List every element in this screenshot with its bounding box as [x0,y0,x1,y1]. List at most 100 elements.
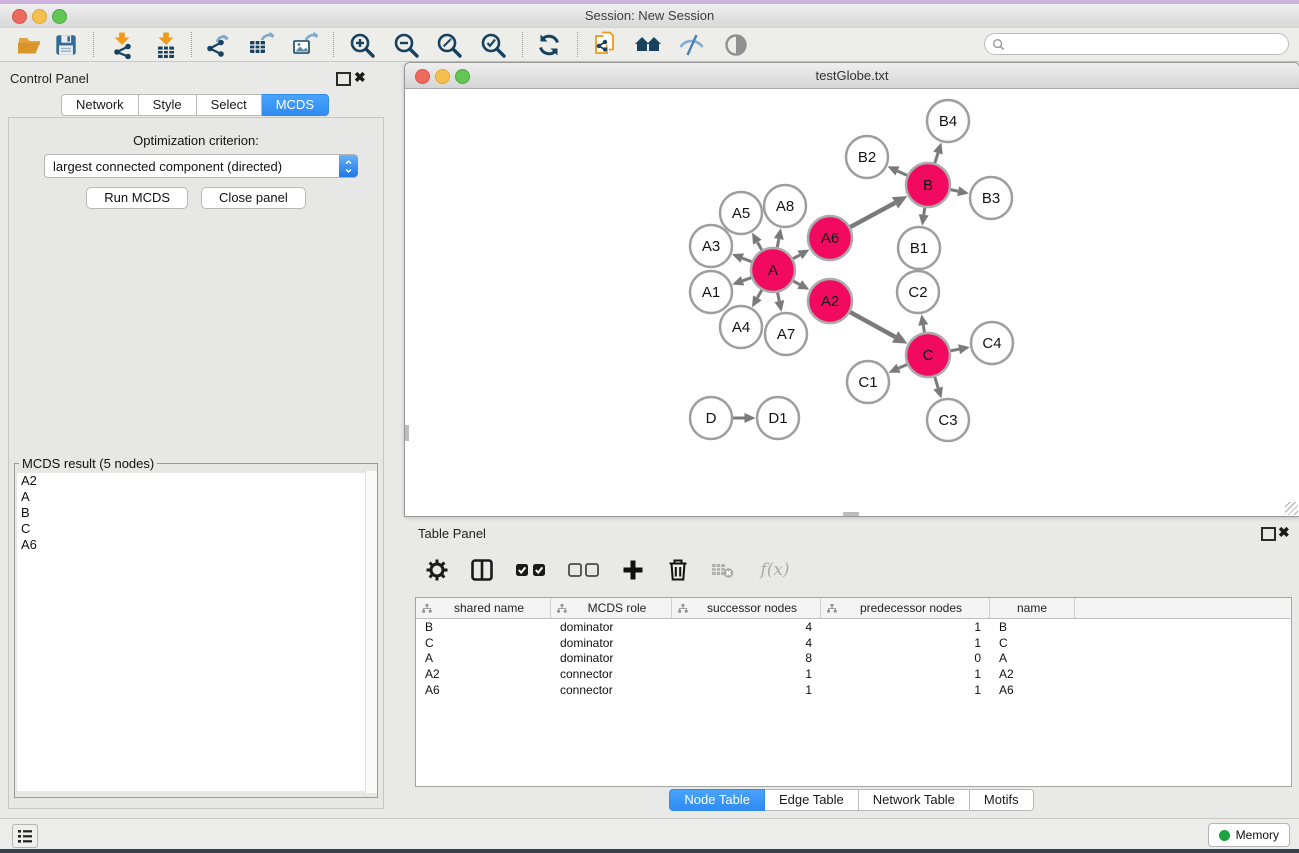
search-input[interactable] [1005,36,1288,52]
table-header-row: shared nameMCDS rolesuccessor nodesprede… [416,598,1291,619]
zoom-view-button[interactable] [455,69,470,84]
float-panel-icon[interactable] [336,72,351,86]
column-header-successor-nodes[interactable]: successor nodes [672,598,821,618]
zoom-fit-icon[interactable] [435,31,463,59]
close-panel-icon[interactable]: ✖ [354,71,366,83]
hide-visibility-icon[interactable] [677,31,705,59]
table-row[interactable]: A6connector11A6 [416,682,1291,698]
deselect-all-icon[interactable] [565,557,603,583]
zoom-window-button[interactable] [52,9,67,24]
graph-edge-B-B4[interactable] [935,153,938,163]
tab-edge-table[interactable]: Edge Table [765,789,859,811]
graph-edge-A-A8[interactable] [777,239,779,247]
minimize-view-button[interactable] [435,69,450,84]
graph-edge-C-C3[interactable] [935,377,938,388]
resize-grip[interactable] [1285,502,1298,515]
open-session-icon[interactable] [16,31,44,59]
graph-edge-A-A6[interactable] [793,255,800,259]
table-settings-icon[interactable] [422,557,452,583]
column-header-predecessor-nodes[interactable]: predecessor nodes [821,598,990,618]
mcds-result-item[interactable]: A2 [17,473,375,489]
tab-network-table[interactable]: Network Table [859,789,970,811]
graph-edge-A-A2[interactable] [793,281,799,285]
criterion-dropdown[interactable]: largest connected component (directed) [44,154,358,178]
network-canvas[interactable]: B4B2BB3B1A5A8A6A3AA1A4A7A2C2C4CC1C3DD1 [405,89,1299,516]
function-builder-icon[interactable]: f(x) [753,557,797,583]
tab-node-table[interactable]: Node Table [669,789,765,811]
add-column-icon[interactable] [618,557,648,583]
column-header-name[interactable]: name [990,598,1075,618]
column-header-MCDS-role[interactable]: MCDS role [551,598,672,618]
run-mcds-button[interactable]: Run MCDS [86,187,188,209]
export-network-icon[interactable] [204,31,232,59]
table-row[interactable]: Cdominator41C [416,635,1291,651]
graph-edge-A-A3[interactable] [742,258,751,262]
network-window-titlebar[interactable]: testGlobe.txt [405,63,1299,89]
tab-network[interactable]: Network [61,94,139,116]
close-view-button[interactable] [415,69,430,84]
tab-mcds[interactable]: MCDS [262,94,329,116]
mcds-result-item[interactable]: C [17,521,375,537]
delete-table-icon[interactable] [708,557,738,583]
close-table-panel-icon[interactable]: ✖ [1278,526,1290,538]
graph-node-label: A5 [732,205,750,222]
graph-edge-C-C4[interactable] [951,349,959,351]
zoom-in-icon[interactable] [348,31,376,59]
table-row[interactable]: Bdominator41B [416,619,1291,635]
tab-style[interactable]: Style [139,94,197,116]
graph-edge-B-B2[interactable] [897,171,907,175]
select-all-icon[interactable] [512,557,550,583]
save-session-icon[interactable] [52,31,80,59]
arrowhead-icon [918,314,928,326]
graph-edge-B-B1[interactable] [924,208,925,215]
search-field[interactable] [984,33,1289,55]
mcds-result-item[interactable]: A6 [17,537,375,553]
float-table-panel-icon[interactable] [1261,527,1276,541]
dropdown-stepper-icon [339,155,358,177]
export-table-icon[interactable] [247,31,275,59]
refresh-icon[interactable] [535,31,563,59]
table-row[interactable]: A2connector11A2 [416,666,1291,682]
horizontal-scroll-mark[interactable] [843,512,859,516]
memory-button[interactable]: Memory [1208,823,1290,847]
zoom-out-icon[interactable] [392,31,420,59]
close-panel-button[interactable]: Close panel [201,187,306,209]
close-window-button[interactable] [12,9,27,24]
result-list-scrollbar[interactable] [365,471,377,793]
network-document-icon[interactable] [592,31,620,59]
graph-edge-A-A4[interactable] [757,290,761,298]
graph-edge-A2-C[interactable] [850,312,895,337]
table-row[interactable]: Adominator80A [416,650,1291,666]
graph-edge-C-C2[interactable] [923,325,924,332]
minimize-window-button[interactable] [32,9,47,24]
table-toolbar: f(x) [422,550,797,590]
graph-edge-A-A7[interactable] [778,293,780,302]
table-cell: B [416,620,551,634]
graph-edge-A6-B[interactable] [850,203,895,227]
import-table-icon[interactable] [152,31,180,59]
mcds-result-item[interactable]: A [17,489,375,505]
table-cell: C [416,636,551,650]
home-networks-icon[interactable] [634,31,662,59]
zoom-selected-icon[interactable] [479,31,507,59]
graph-edge-A-A1[interactable] [743,278,752,281]
table-cell: 0 [821,651,990,665]
node-table: shared nameMCDS rolesuccessor nodesprede… [415,597,1292,787]
mcds-result-item[interactable]: B [17,505,375,521]
mcds-result-list[interactable]: A2ABCA6 [17,473,375,791]
show-visibility-icon[interactable] [722,31,750,59]
column-header-shared-name[interactable]: shared name [416,598,551,618]
graph-edge-C-C1[interactable] [899,364,907,368]
tab-motifs[interactable]: Motifs [970,789,1034,811]
graph-edge-A-A5[interactable] [757,242,761,250]
tab-select[interactable]: Select [197,94,262,116]
show-columns-icon[interactable] [467,557,497,583]
graph-edge-B-B3[interactable] [951,190,959,192]
delete-column-icon[interactable] [663,557,693,583]
vertical-scroll-mark[interactable] [405,425,409,441]
export-image-icon[interactable] [291,31,319,59]
optimization-criterion-label: Optimization criterion: [9,133,383,148]
import-network-icon[interactable] [108,31,136,59]
criterion-selected-value: largest connected component (directed) [45,159,339,174]
task-history-button[interactable] [12,824,38,848]
